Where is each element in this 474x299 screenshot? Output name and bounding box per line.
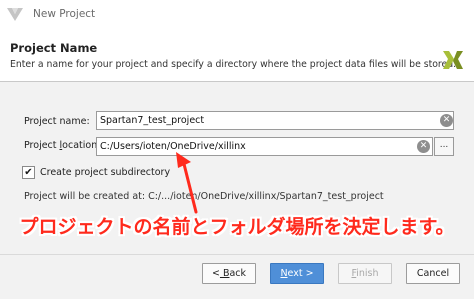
project-location-input[interactable]: C:/Users/ioten/OneDrive/xillinx bbox=[96, 137, 433, 156]
create-subdirectory-label[interactable]: Create project subdirectory bbox=[40, 167, 170, 178]
next-button[interactable]: Next > bbox=[270, 263, 324, 284]
checkmark-icon: ✔ bbox=[24, 167, 33, 178]
title-bar: New Project bbox=[0, 0, 474, 30]
project-name-input[interactable]: Spartan7_test_project bbox=[96, 111, 454, 130]
clear-icon[interactable]: ✕ bbox=[440, 114, 453, 127]
wizard-header: Project Name Enter a name for your proje… bbox=[0, 30, 474, 81]
project-path-preview: Project will be created at: C:/.../ioten… bbox=[24, 191, 384, 202]
page-title: Project Name bbox=[10, 41, 98, 55]
page-description: Enter a name for your project and specif… bbox=[10, 59, 457, 70]
back-button[interactable]: < Back bbox=[202, 263, 256, 284]
wizard-content: Project name: Spartan7_test_project ✕ Pr… bbox=[0, 82, 474, 254]
project-location-label: Project location: bbox=[24, 140, 101, 151]
vivado-logo-icon bbox=[7, 8, 23, 21]
project-name-label: Project name: bbox=[24, 116, 90, 127]
wizard-footer: < Back Next > Finish Cancel bbox=[0, 254, 474, 299]
cancel-button[interactable]: Cancel bbox=[406, 263, 460, 284]
annotation-caption: プロジェクトの名前とフォルダ場所を決定します。 bbox=[19, 216, 455, 238]
xilinx-logo-icon bbox=[443, 51, 463, 69]
browse-button[interactable]: ... bbox=[434, 137, 454, 156]
clear-icon[interactable]: ✕ bbox=[417, 140, 430, 153]
window-title: New Project bbox=[33, 8, 96, 20]
finish-button[interactable]: Finish bbox=[338, 263, 392, 284]
create-subdirectory-checkbox[interactable]: ✔ bbox=[22, 166, 35, 179]
